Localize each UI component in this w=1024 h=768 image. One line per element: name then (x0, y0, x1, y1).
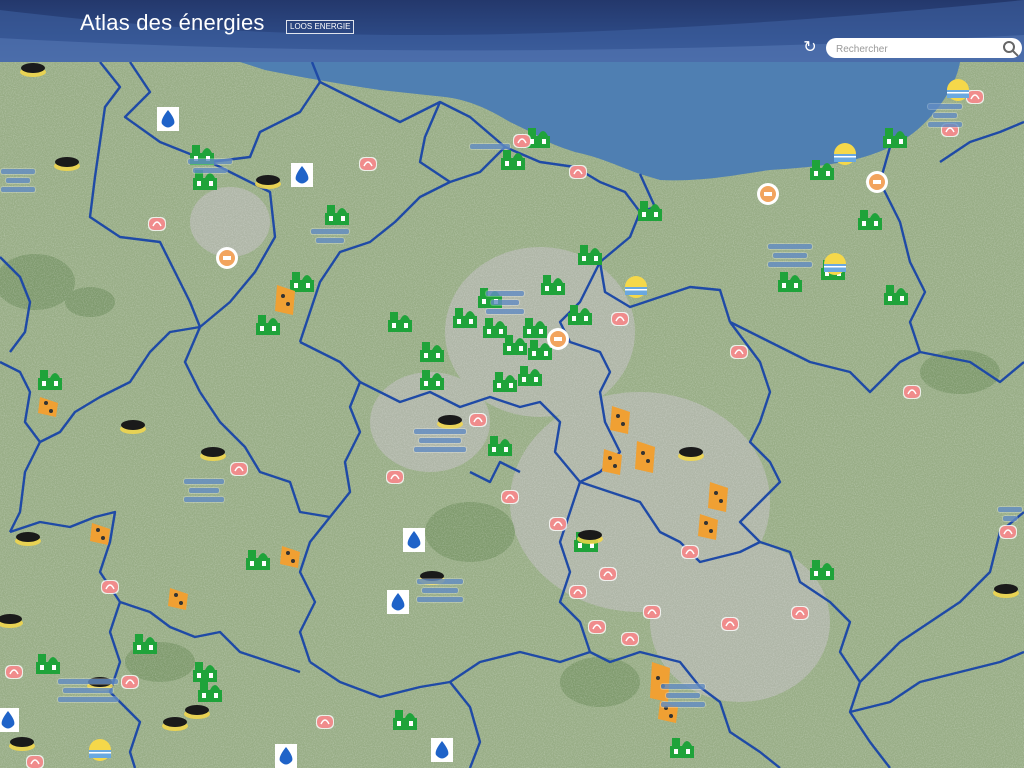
heat-network-icon[interactable] (547, 328, 569, 350)
geothermal-icon[interactable] (255, 175, 281, 189)
incinerator-icon[interactable] (569, 165, 587, 179)
place-name-label (469, 143, 511, 150)
place-name-label (183, 478, 225, 503)
incinerator-icon[interactable] (26, 755, 44, 768)
place-name-label (57, 678, 119, 703)
geothermal-icon[interactable] (993, 584, 1019, 598)
geothermal-icon[interactable] (9, 737, 35, 751)
geothermal-icon[interactable] (577, 530, 603, 544)
incinerator-icon[interactable] (621, 632, 639, 646)
app-subtitle: LOOS ENERGIE (286, 20, 355, 34)
hydro-plant-icon[interactable] (291, 163, 313, 187)
incinerator-icon[interactable] (501, 490, 519, 504)
incinerator-icon[interactable] (513, 134, 531, 148)
app-title: Atlas des énergies (80, 10, 265, 35)
incinerator-icon[interactable] (588, 620, 606, 634)
geothermal-icon[interactable] (437, 415, 463, 429)
hydro-plant-icon[interactable] (387, 590, 409, 614)
incinerator-icon[interactable] (999, 525, 1017, 539)
incinerator-icon[interactable] (386, 470, 404, 484)
search-input[interactable] (834, 40, 998, 58)
place-name-label (660, 683, 706, 708)
solar-plant-icon[interactable] (947, 79, 969, 101)
incinerator-icon[interactable] (721, 617, 739, 631)
geothermal-icon[interactable] (15, 532, 41, 546)
incinerator-icon[interactable] (148, 217, 166, 231)
heat-network-icon[interactable] (757, 183, 779, 205)
incinerator-icon[interactable] (643, 605, 661, 619)
geothermal-icon[interactable] (678, 447, 704, 461)
map-svg[interactable] (0, 62, 1024, 768)
place-name-label (767, 243, 813, 268)
incinerator-icon[interactable] (730, 345, 748, 359)
incinerator-icon[interactable] (791, 606, 809, 620)
hydro-plant-icon[interactable] (431, 738, 453, 762)
incinerator-icon[interactable] (230, 462, 248, 476)
place-name-label (416, 578, 464, 603)
solar-plant-icon[interactable] (834, 143, 856, 165)
geothermal-icon[interactable] (120, 420, 146, 434)
place-name-label (485, 290, 525, 315)
incinerator-icon[interactable] (903, 385, 921, 399)
incinerator-icon[interactable] (121, 675, 139, 689)
geothermal-icon[interactable] (0, 614, 23, 628)
geothermal-icon[interactable] (54, 157, 80, 171)
solar-plant-icon[interactable] (89, 739, 111, 761)
refresh-icon[interactable]: ↻ (800, 38, 820, 58)
geothermal-icon[interactable] (200, 447, 226, 461)
incinerator-icon[interactable] (599, 567, 617, 581)
incinerator-icon[interactable] (101, 580, 119, 594)
place-name-label (413, 428, 467, 453)
geothermal-icon[interactable] (162, 717, 188, 731)
incinerator-icon[interactable] (469, 413, 487, 427)
hydro-plant-icon[interactable] (157, 107, 179, 131)
hydro-plant-icon[interactable] (0, 708, 19, 732)
incinerator-icon[interactable] (5, 665, 23, 679)
incinerator-icon[interactable] (611, 312, 629, 326)
search-box (826, 38, 1022, 58)
map-canvas[interactable] (0, 62, 1024, 768)
solar-plant-icon[interactable] (625, 276, 647, 298)
hydro-plant-icon[interactable] (403, 528, 425, 552)
heat-network-icon[interactable] (866, 171, 888, 193)
hydro-plant-icon[interactable] (275, 744, 297, 768)
geothermal-icon[interactable] (184, 705, 210, 719)
incinerator-icon[interactable] (681, 545, 699, 559)
incinerator-icon[interactable] (359, 157, 377, 171)
app-header: Atlas des énergies LOOS ENERGIE ↻ (0, 0, 1024, 62)
incinerator-icon[interactable] (316, 715, 334, 729)
place-name-label (927, 103, 963, 128)
solar-plant-icon[interactable] (824, 253, 846, 275)
geothermal-icon[interactable] (20, 63, 46, 77)
search-icon[interactable] (1002, 39, 1020, 57)
heat-network-icon[interactable] (216, 247, 238, 269)
incinerator-icon[interactable] (569, 585, 587, 599)
incinerator-icon[interactable] (549, 517, 567, 531)
place-name-label (0, 168, 36, 193)
